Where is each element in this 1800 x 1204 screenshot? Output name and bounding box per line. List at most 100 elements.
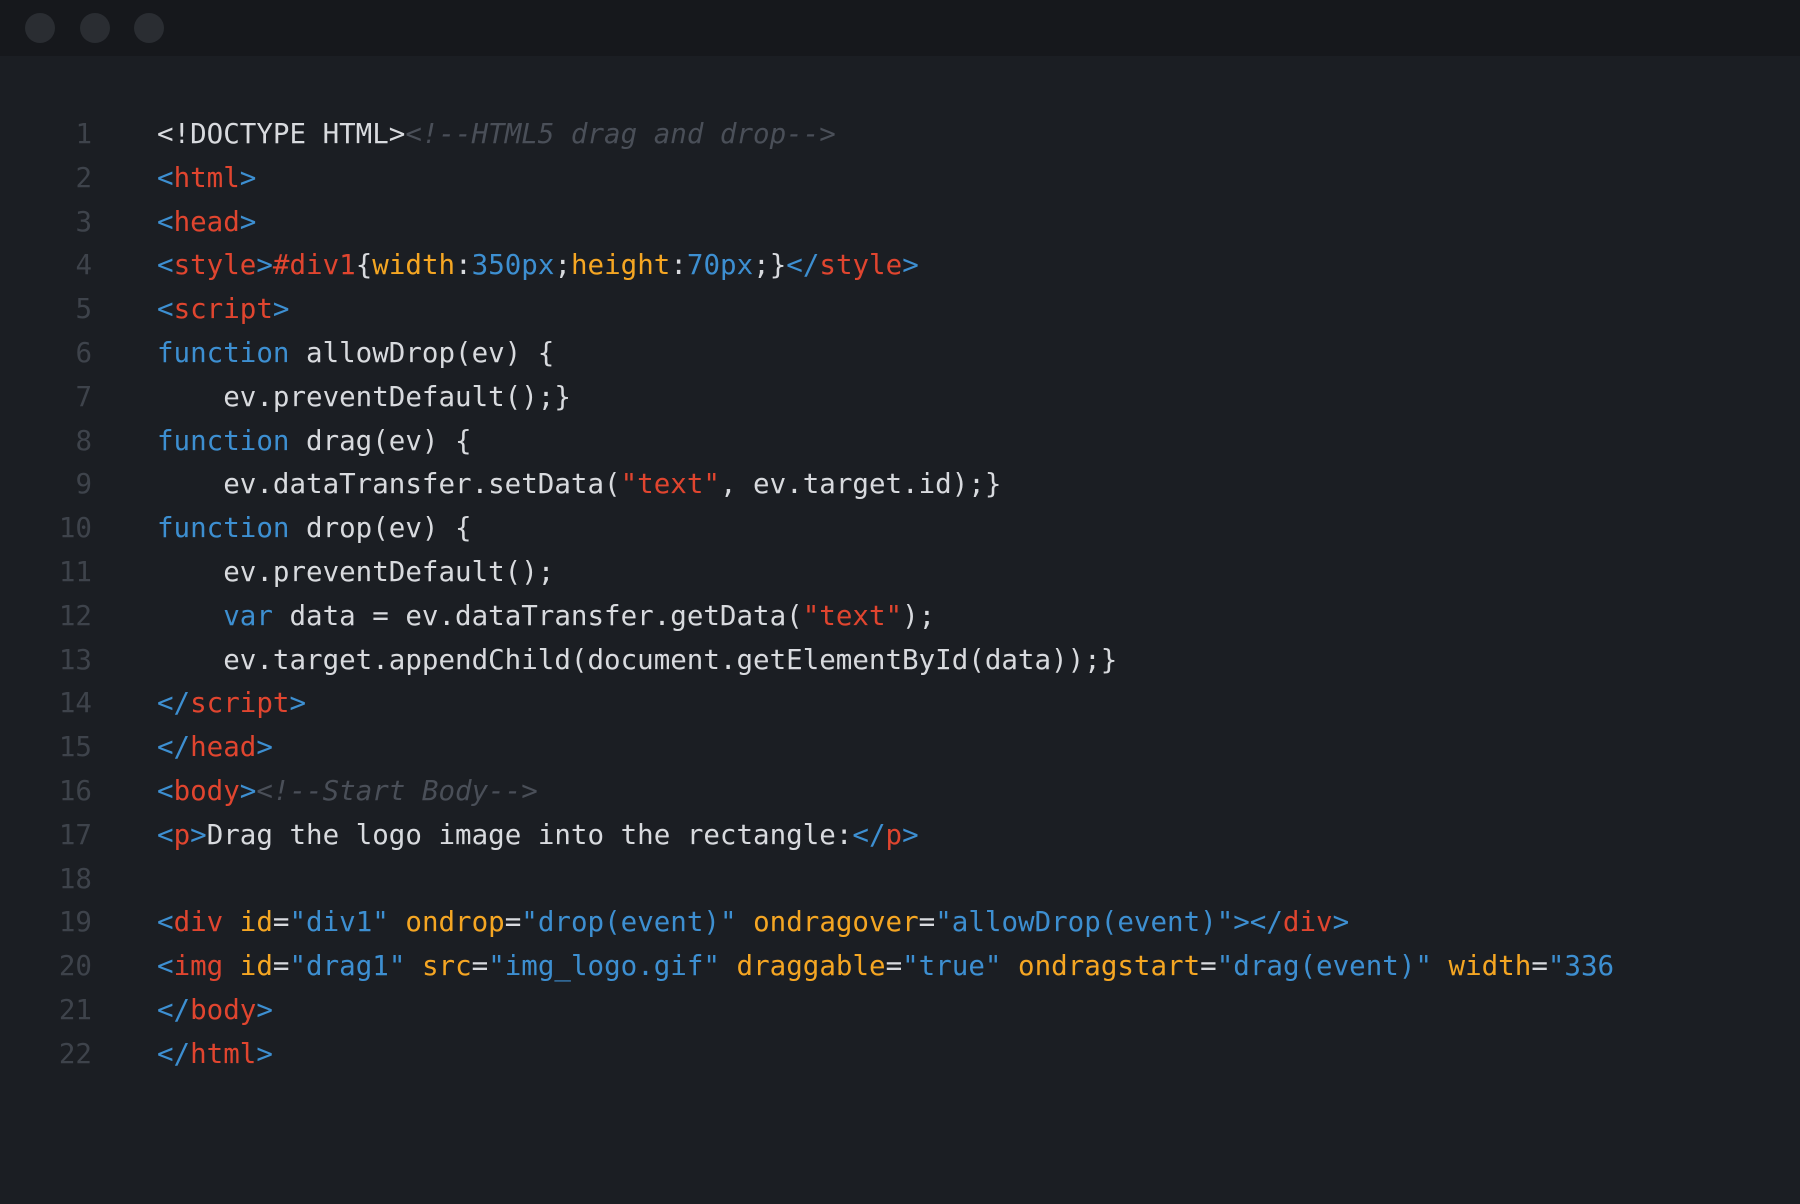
code-token-value: "true" (902, 950, 1002, 983)
line-number: 8 (75, 424, 92, 457)
code-text: ev.dataTransfer.setData("text", ev.targe… (157, 463, 1001, 507)
code-token-bracket: < (157, 906, 174, 939)
code-area[interactable]: 1 <!DOCTYPE HTML><!--HTML5 drag and drop-… (0, 113, 1800, 1077)
code-token-bracket: > (289, 687, 307, 720)
code-text: <div id="div1" ondrop="drop(event)" ondr… (157, 901, 1349, 945)
code-token-plain: ;} (753, 249, 787, 282)
code-text: <head> (157, 201, 256, 245)
line-number: 1 (75, 118, 92, 150)
code-line[interactable]: 6 function allowDrop(ev) { (0, 332, 1800, 376)
code-token-tag: style (173, 249, 257, 282)
code-token-bracket: </ (157, 687, 191, 720)
code-token-plain: = (918, 906, 936, 939)
code-token-plain: ); (902, 599, 936, 632)
close-dot-icon[interactable] (25, 13, 55, 43)
code-text: function allowDrop(ev) { (157, 332, 554, 376)
code-token-number: 350px (471, 249, 555, 282)
code-line[interactable]: 13 ev.target.appendChild(document.getEle… (0, 639, 1800, 683)
code-line[interactable]: 2 <html> (0, 157, 1800, 201)
code-token-attr: id (239, 950, 273, 983)
line-number: 15 (58, 731, 92, 764)
code-token-plain: Drag the logo image into the rectangle: (206, 818, 853, 851)
minimize-dot-icon[interactable] (80, 13, 110, 43)
code-line[interactable]: 17 <p>Drag the logo image into the rectan… (0, 814, 1800, 858)
code-token-tag: html (173, 161, 240, 194)
code-token-bracket: </ (157, 731, 191, 764)
code-token-bracket: > (256, 731, 273, 764)
code-line[interactable]: 11 ev.preventDefault(); (0, 551, 1800, 595)
code-token-attr: ondrop (405, 906, 505, 939)
code-token-value: "drag(event)" (1216, 950, 1432, 983)
code-line[interactable]: 14 </script> (0, 682, 1800, 726)
code-token-plain: = (1531, 950, 1548, 983)
code-token-bracket: > (190, 818, 207, 851)
code-token-bracket: > (272, 293, 290, 326)
code-line[interactable]: 1 <!DOCTYPE HTML><!--HTML5 drag and drop-… (0, 113, 1800, 157)
code-text: <script> (157, 288, 289, 332)
code-line[interactable]: 5 <script> (0, 288, 1800, 332)
code-token-attr: width (1448, 950, 1532, 983)
code-text: <style>#div1{width:350px;height:70px;}</… (157, 244, 919, 288)
code-token-bracket: > (902, 818, 919, 851)
code-token-attr: width (372, 249, 456, 282)
code-line[interactable]: 12 var data = ev.dataTransfer.getData("t… (0, 595, 1800, 639)
code-token-bracket: > (902, 249, 919, 282)
code-token-bracket: < (157, 161, 174, 194)
code-token-plain: , ev.target.id);} (719, 468, 1002, 501)
code-token-keyword: function (157, 512, 290, 545)
code-line[interactable]: 9 ev.dataTransfer.setData("text", ev.tar… (0, 463, 1800, 507)
code-token-tag: p (173, 818, 191, 851)
line-number: 22 (58, 1037, 92, 1070)
code-token-tag: script (173, 293, 273, 326)
code-token-string: "text" (620, 468, 720, 501)
line-number: 13 (58, 643, 92, 676)
code-token-plain: ev.target.appendChild(document.getElemen… (157, 643, 1118, 676)
code-token-tag: script (190, 687, 290, 720)
code-token-tag: div (173, 906, 224, 939)
code-token-plain: = (471, 950, 489, 983)
code-token-tag: body (190, 993, 257, 1026)
code-token-plain: <!DOCTYPE HTML> (157, 118, 406, 150)
code-text: </head> (157, 726, 273, 770)
code-text: <html> (157, 157, 256, 201)
code-line[interactable]: 18 (0, 858, 1800, 902)
code-line[interactable]: 8 function drag(ev) { (0, 420, 1800, 464)
code-token-value: "336 (1547, 950, 1615, 983)
code-token-value: "drop(event)" (521, 906, 737, 939)
code-line[interactable]: 16 <body><!--Start Body--> (0, 770, 1800, 814)
code-token-bracket: > (239, 205, 257, 238)
code-line[interactable]: 7 ev.preventDefault();} (0, 376, 1800, 420)
code-token-plain: = (504, 906, 522, 939)
code-text: ev.preventDefault(); (157, 551, 554, 595)
code-line[interactable]: 22 </html> (0, 1033, 1800, 1077)
code-token-bracket: ></ (1233, 906, 1283, 939)
code-token-keyword: function (157, 424, 290, 457)
code-token-value: "div1" (289, 906, 389, 939)
code-text: <img id="drag1" src="img_logo.gif" dragg… (157, 945, 1614, 989)
code-line[interactable]: 19 <div id="div1" ondrop="drop(event)" on… (0, 901, 1800, 945)
code-token-attr: id (239, 906, 273, 939)
code-line[interactable]: 21 </body> (0, 989, 1800, 1033)
line-number: 16 (58, 774, 92, 807)
code-line[interactable]: 3 <head> (0, 201, 1800, 245)
code-line[interactable]: 4 <style>#div1{width:350px;height:70px;}<… (0, 244, 1800, 288)
maximize-dot-icon[interactable] (134, 13, 164, 43)
code-token-bracket: < (157, 249, 174, 282)
code-text: <body><!--Start Body--> (157, 770, 538, 814)
code-token-keyword: function (157, 336, 290, 369)
code-token-attr: height (571, 249, 671, 282)
code-token-comment: <!--Start Body--> (256, 774, 538, 807)
code-token-value: "drag1" (289, 950, 406, 983)
code-token-plain: allowDrop(ev) { (289, 336, 555, 369)
code-token-bracket: > (256, 1037, 273, 1070)
code-token-bracket: </ (157, 993, 191, 1026)
code-line[interactable]: 15 </head> (0, 726, 1800, 770)
code-line[interactable]: 20 <img id="drag1" src="img_logo.gif" dra… (0, 945, 1800, 989)
code-line[interactable]: 10 function drop(ev) { (0, 507, 1800, 551)
title-bar (0, 0, 1800, 56)
code-text: function drag(ev) { (157, 420, 472, 464)
